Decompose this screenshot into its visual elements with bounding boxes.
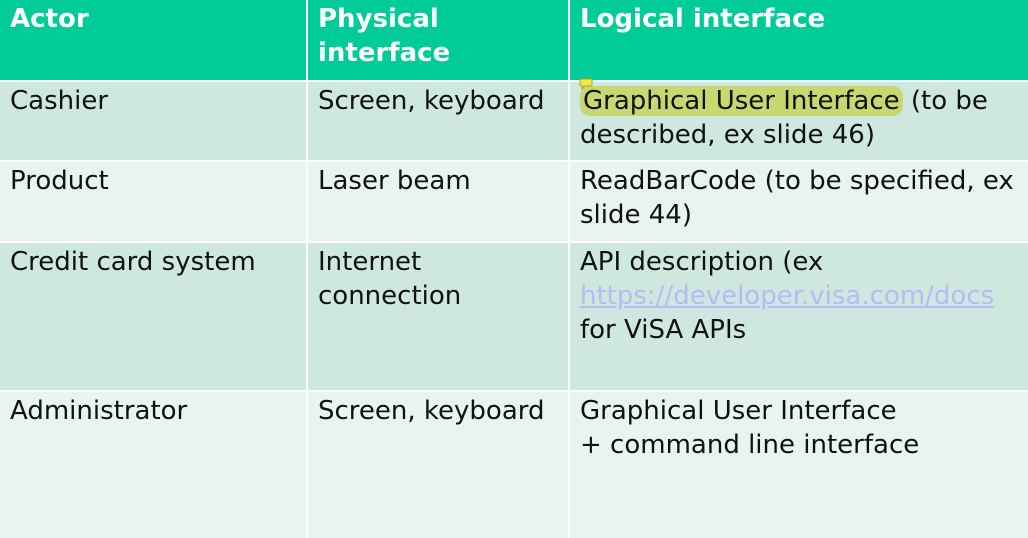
actor-interface-table: Actor Physical interface Logical interfa…: [0, 0, 1028, 538]
row-cashier-physical: Screen, keyboard: [306, 80, 568, 160]
cli-text: + command line interface: [580, 430, 920, 460]
row-credit-card-physical: Internet connection: [306, 241, 568, 390]
api-description-text: API description (ex: [580, 247, 824, 277]
row-product-logical: ReadBarCode (to be specified, ex slide 4…: [568, 160, 1028, 241]
header-logical-interface: Logical interface: [568, 0, 1028, 80]
header-physical-interface: Physical interface: [306, 0, 568, 80]
row-administrator-physical: Screen, keyboard: [306, 390, 568, 538]
row-product-actor: Product: [0, 160, 306, 241]
visa-docs-link[interactable]: https://developer.visa.com/docs: [580, 279, 1020, 313]
visa-apis-text: for ViSA APIs: [580, 315, 747, 345]
header-actor: Actor: [0, 0, 306, 80]
highlighted-text: Graphical User Interface: [580, 86, 903, 116]
row-cashier-actor: Cashier: [0, 80, 306, 160]
comment-icon[interactable]: [579, 78, 593, 90]
row-product-physical: Laser beam: [306, 160, 568, 241]
row-credit-card-actor: Credit card system: [0, 241, 306, 390]
row-administrator-actor: Administrator: [0, 390, 306, 538]
row-credit-card-logical: API description (ex https://developer.vi…: [568, 241, 1028, 390]
gui-text: Graphical User Interface: [580, 396, 897, 426]
row-administrator-logical: Graphical User Interface + command line …: [568, 390, 1028, 538]
row-cashier-logical: Graphical User Interface (to be describe…: [568, 80, 1028, 160]
